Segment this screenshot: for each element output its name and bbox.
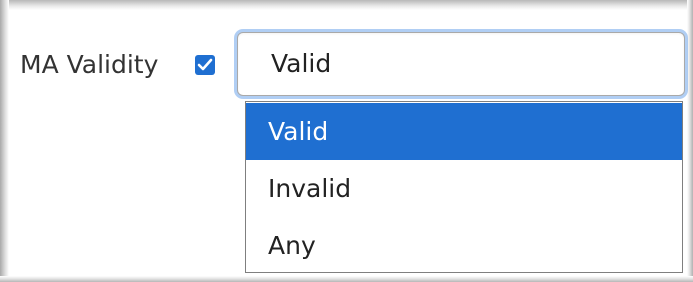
frame-shadow-right xyxy=(687,0,693,282)
option-valid[interactable]: Valid xyxy=(246,103,682,160)
frame-shadow-left xyxy=(0,0,9,282)
checkmark-icon xyxy=(197,58,213,71)
ma-validity-select[interactable]: Valid xyxy=(237,32,685,96)
option-invalid[interactable]: Invalid xyxy=(246,160,682,217)
option-any[interactable]: Any xyxy=(246,217,682,274)
ma-validity-label: MA Validity xyxy=(20,50,159,79)
frame-shadow-top xyxy=(0,0,693,10)
frame-shadow-bottom xyxy=(0,276,693,282)
ma-validity-checkbox[interactable] xyxy=(195,55,215,75)
window-frame: MA Validity Valid Valid Invalid Any xyxy=(0,0,693,282)
select-current-value: Valid xyxy=(271,49,332,78)
select-dropdown-list: Valid Invalid Any xyxy=(245,101,683,273)
